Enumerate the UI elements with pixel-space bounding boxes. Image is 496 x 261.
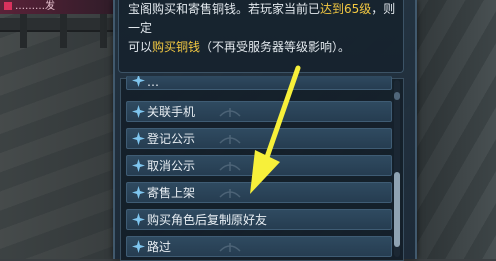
sparkle-icon — [132, 213, 145, 226]
item-watermark-icon — [219, 189, 241, 198]
game-scene-left — [0, 0, 130, 259]
menu-item-cancel-notice[interactable]: 取消公示 — [126, 155, 392, 176]
buy-coins-highlight: 购买铜钱 — [152, 40, 201, 54]
menu-scrollbar-thumb[interactable] — [394, 172, 400, 247]
game-scene-right — [410, 0, 496, 259]
description-text: 宝阁购买和寄售铜钱。若玩家当前已达到65级，则一定 可以购买铜钱（不再受服务器等… — [128, 0, 398, 57]
menu-item-pass-by[interactable]: 路过 — [126, 236, 392, 257]
railing-post — [100, 8, 107, 48]
menu-item-label: 取消公示 — [147, 159, 196, 173]
sparkle-icon — [132, 186, 145, 199]
menu-item-label: 寄售上架 — [147, 186, 196, 200]
railing-post — [60, 8, 67, 48]
menu-scrollbar-cap — [394, 92, 400, 100]
description-line-2: 可以购买铜钱（不再受服务器等级影响）。 — [128, 40, 351, 54]
top-badge-text: ………发 — [15, 1, 55, 12]
item-watermark-icon — [219, 243, 241, 252]
level-highlight: 达到65级 — [320, 2, 372, 16]
sparkle-icon — [132, 105, 145, 118]
sparkle-icon — [132, 76, 145, 87]
item-watermark-icon — [219, 162, 241, 171]
sparkle-icon — [132, 240, 145, 253]
menu-item-label: 路过 — [147, 240, 172, 254]
menu-item-copy-friends[interactable]: 购买角色后复制原好友 — [126, 209, 392, 230]
menu-item-label: 购买角色后复制原好友 — [147, 213, 268, 227]
sparkle-icon — [132, 159, 145, 172]
item-watermark-icon — [219, 108, 241, 117]
item-watermark-icon — [219, 135, 241, 144]
menu-item-consign-listing[interactable]: 寄售上架 — [126, 182, 392, 203]
menu-item-register-notice[interactable]: 登记公示 — [126, 128, 392, 149]
railing-post — [20, 8, 27, 48]
item-watermark-icon — [219, 216, 241, 225]
menu-item-partial[interactable]: … — [126, 76, 392, 90]
menu-item-link-phone[interactable]: 关联手机 — [126, 101, 392, 122]
menu-item-label: 关联手机 — [147, 105, 196, 119]
top-status-badge: ………发 — [0, 0, 122, 14]
sparkle-icon — [132, 132, 145, 145]
description-line-1: 宝阁购买和寄售铜钱。若玩家当前已达到65级，则一定 — [128, 2, 396, 35]
badge-icon — [4, 2, 12, 10]
menu-item-label: 登记公示 — [147, 132, 196, 146]
